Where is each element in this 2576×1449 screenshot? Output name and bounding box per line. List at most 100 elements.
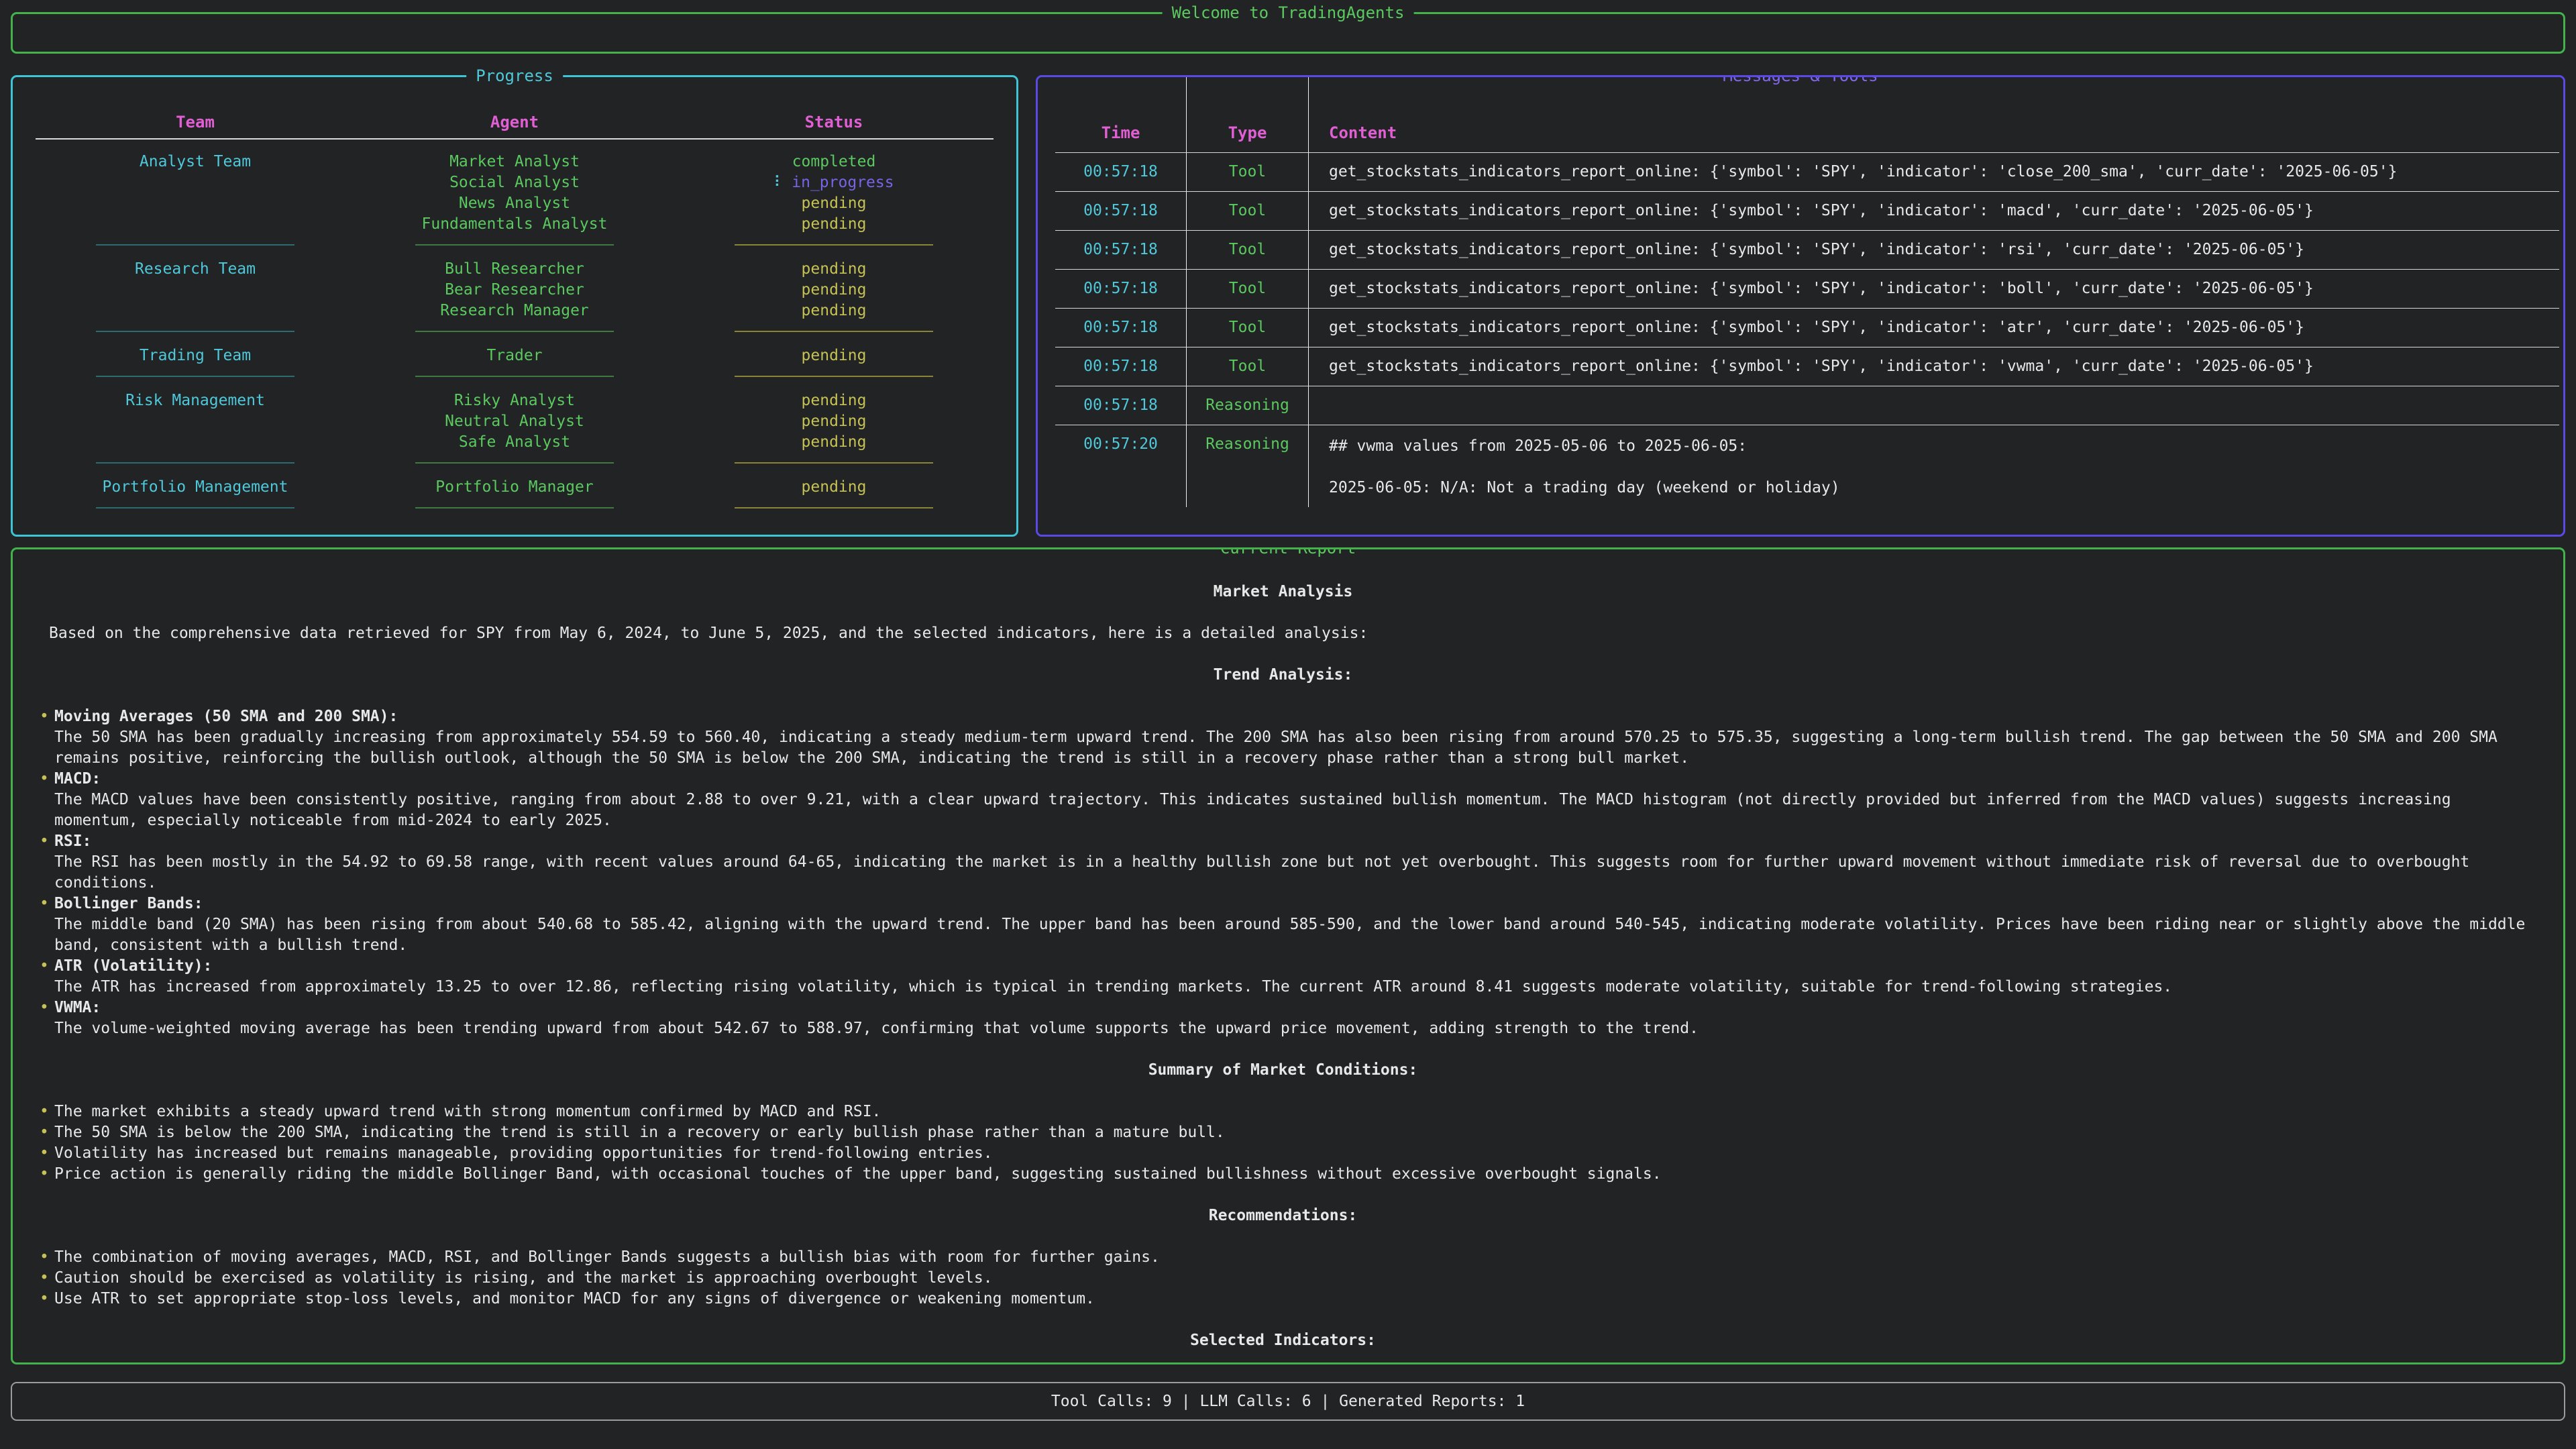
team-cell: Portfolio Management [36, 477, 355, 498]
bullet-icon: • [40, 769, 49, 790]
bullet-item: •Volatility has increased but remains ma… [40, 1143, 2526, 1164]
team-cell: Risk Management [36, 390, 355, 411]
column-header-type: Type [1187, 77, 1309, 153]
agent-cell: Bear Researcher [355, 280, 674, 301]
column-header-team: Team [36, 112, 355, 133]
type-cell: Tool [1187, 309, 1309, 347]
bullet-label: RSI: [54, 831, 2526, 852]
bullet-text: The RSI has been mostly in the 54.92 to … [54, 853, 2469, 892]
bullet-icon: • [40, 831, 49, 852]
bullet-body: VWMA: The volume-weighted moving average … [54, 998, 2526, 1039]
section-heading-summary: Summary of Market Conditions: [40, 1060, 2526, 1081]
bullet-text: The 50 SMA has been gradually increasing… [54, 729, 2498, 767]
bullet-icon: • [40, 1268, 49, 1289]
type-cell: Reasoning [1187, 425, 1309, 507]
status-cell: pending [674, 193, 994, 214]
progress-row: Safe Analyst pending [36, 432, 994, 453]
agent-cell: Market Analyst [355, 152, 674, 172]
bullet-item: •Bollinger Bands:The middle band (20 SMA… [40, 894, 2526, 956]
bullet-text: Price action is generally riding the mid… [54, 1165, 1662, 1183]
progress-panel-title: Progress [466, 66, 563, 87]
group-separator [36, 368, 994, 385]
time-cell: 00:57:18 [1055, 192, 1187, 231]
messages-table[interactable]: Time Type Content 00:57:18 Tool get_stoc… [1055, 77, 2559, 507]
bullet-text: The volume-weighted moving average has b… [54, 1020, 1699, 1037]
column-header-content: Content [1309, 77, 2559, 153]
type-cell: Tool [1187, 192, 1309, 231]
bullet-icon: • [40, 998, 49, 1018]
agent-cell: Risky Analyst [355, 390, 674, 411]
bullet-text: The combination of moving averages, MACD… [54, 1248, 1160, 1266]
report-intro: Based on the comprehensive data retrieve… [40, 623, 2526, 644]
content-cell: get_stockstats_indicators_report_online:… [1309, 153, 2559, 192]
column-header-status: Status [674, 112, 994, 133]
agent-cell: News Analyst [355, 193, 674, 214]
section-heading-trend: Trend Analysis: [40, 665, 2526, 686]
type-cell: Reasoning [1187, 386, 1309, 425]
content-cell: get_stockstats_indicators_report_online:… [1309, 309, 2559, 347]
team-cell: Research Team [36, 259, 355, 280]
bullet-item: •The market exhibits a steady upward tre… [40, 1102, 2526, 1122]
bullet-text: The middle band (20 SMA) has been rising… [54, 916, 2525, 954]
bullet-body: RSI:The RSI has been mostly in the 54.92… [54, 831, 2526, 894]
group-separator [36, 454, 994, 472]
bullet-item: •MACD:The MACD values have been consiste… [40, 769, 2526, 831]
agent-cell: Portfolio Manager [355, 477, 674, 498]
content-cell [1309, 386, 2559, 425]
bullet-body: Bollinger Bands:The middle band (20 SMA)… [54, 894, 2526, 956]
bullet-item: •ATR (Volatility):The ATR has increased … [40, 956, 2526, 998]
report-body[interactable]: Market Analysis Based on the comprehensi… [13, 549, 2563, 1351]
reasoning-line: ## vwma values from 2025-05-06 to 2025-0… [1329, 436, 2550, 457]
bullet-label: Bollinger Bands: [54, 894, 2526, 914]
group-separator [36, 323, 994, 340]
bullet-body: MACD:The MACD values have been consisten… [54, 769, 2526, 831]
footer-stats: Tool Calls: 9 | LLM Calls: 6 | Generated… [11, 1382, 2565, 1421]
bullet-item: •VWMA: The volume-weighted moving average… [40, 998, 2526, 1039]
group-separator [36, 236, 994, 254]
progress-row: Fundamentals Analyst pending [36, 214, 994, 235]
content-cell: get_stockstats_indicators_report_online:… [1309, 347, 2559, 386]
bullet-item: •RSI:The RSI has been mostly in the 54.9… [40, 831, 2526, 894]
bullet-text: The 50 SMA is below the 200 SMA, indicat… [54, 1124, 1225, 1141]
agent-cell: Social Analyst [355, 172, 674, 193]
content-cell: get_stockstats_indicators_report_online:… [1309, 192, 2559, 231]
bullet-label: ATR (Volatility): [54, 956, 2526, 977]
progress-row: Risk Management Risky Analyst pending [36, 390, 994, 411]
progress-row: News Analyst pending [36, 193, 994, 214]
time-cell: 00:57:20 [1055, 425, 1187, 507]
progress-row: Neutral Analyst pending [36, 411, 994, 432]
messages-panel: Messages & Tools Time Type Content 00:57… [1036, 75, 2565, 537]
spinner-icon: ⠇ [773, 174, 785, 191]
group-separator [36, 499, 994, 517]
tradingagents-app: Welcome to TradingAgents Progress Team A… [0, 0, 2576, 1421]
content-cell: get_stockstats_indicators_report_online:… [1309, 270, 2559, 309]
progress-row: Social Analyst ⠇ in_progress [36, 172, 994, 193]
reasoning-line: 2025-06-05: N/A: Not a trading day (week… [1329, 478, 2550, 498]
bullet-icon: • [40, 894, 49, 914]
summary-bullet-list: •The market exhibits a steady upward tre… [40, 1102, 2526, 1185]
progress-row: Research Team Bull Researcher pending [36, 259, 994, 280]
status-label: in_progress [792, 174, 894, 191]
bullet-label: VWMA: [54, 998, 2526, 1018]
bullet-icon: • [40, 1164, 49, 1185]
status-cell: pending [674, 214, 994, 235]
progress-row: Research Manager pending [36, 301, 994, 321]
status-cell: pending [674, 301, 994, 321]
bullet-item: •The 50 SMA is below the 200 SMA, indica… [40, 1122, 2526, 1143]
progress-header-row: Team Agent Status [36, 112, 994, 140]
status-cell: pending [674, 411, 994, 432]
type-cell: Tool [1187, 270, 1309, 309]
report-panel-title: Current Report [1211, 547, 1365, 559]
report-panel: Current Report Market Analysis Based on … [11, 547, 2565, 1364]
section-heading-selected-indicators: Selected Indicators: [40, 1330, 2526, 1351]
column-header-agent: Agent [355, 112, 674, 133]
welcome-panel: Welcome to TradingAgents [11, 12, 2565, 54]
progress-panel: Progress Team Agent Status Analyst Team … [11, 75, 1018, 537]
bullet-text: The ATR has increased from approximately… [54, 978, 2172, 996]
status-cell: pending [674, 477, 994, 498]
bullet-icon: • [40, 956, 49, 977]
team-cell: Trading Team [36, 345, 355, 366]
progress-row: Bear Researcher pending [36, 280, 994, 301]
type-cell: Tool [1187, 231, 1309, 270]
footer-stats-text: Tool Calls: 9 | LLM Calls: 6 | Generated… [1051, 1391, 1525, 1412]
